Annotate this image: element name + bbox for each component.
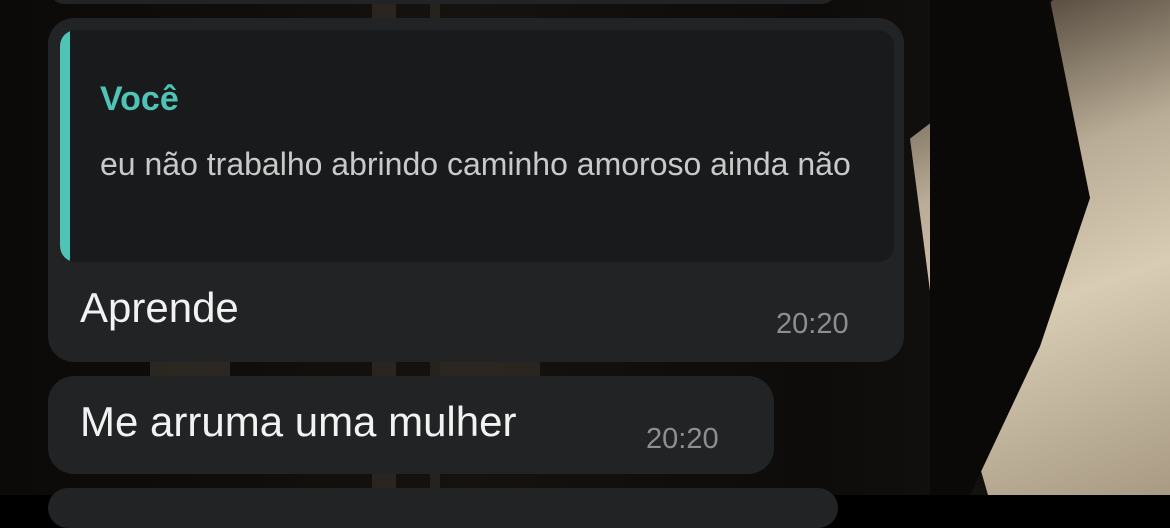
message-timestamp: 20:20	[776, 308, 849, 340]
next-message-bubble[interactable]	[48, 488, 838, 528]
incoming-message-bubble[interactable]: Me arruma uma mulher 20:20	[48, 376, 774, 474]
message-text: Aprende	[80, 284, 239, 331]
incoming-message-bubble[interactable]: Você eu não trabalho abrindo caminho amo…	[48, 18, 904, 362]
message-timestamp: 20:20	[646, 423, 719, 455]
previous-message-bubble[interactable]	[48, 0, 838, 4]
quoted-reply[interactable]: Você eu não trabalho abrindo caminho amo…	[60, 30, 894, 262]
message-text: Me arruma uma mulher	[80, 398, 517, 445]
reply-author: Você	[100, 80, 179, 118]
reply-accent-bar	[60, 30, 70, 262]
reply-text: eu não trabalho abrindo caminho amoroso …	[100, 146, 851, 182]
